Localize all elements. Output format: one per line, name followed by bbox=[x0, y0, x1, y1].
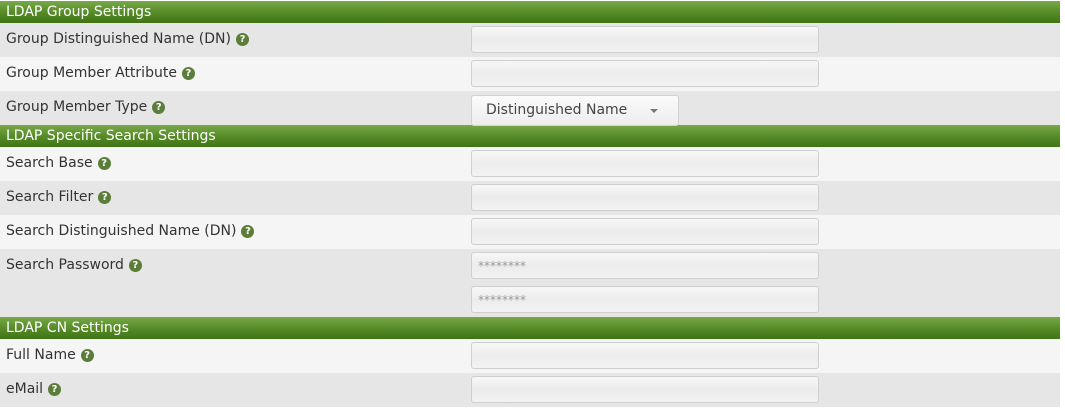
help-icon[interactable]: ? bbox=[97, 157, 111, 170]
search-dn-label: Search Distinguished Name (DN)? bbox=[6, 223, 255, 239]
email-label: eMail? bbox=[6, 381, 62, 397]
group-dn-label: Group Distinguished Name (DN)? bbox=[6, 31, 249, 47]
help-icon[interactable]: ? bbox=[181, 67, 195, 80]
row-group-dn: Group Distinguished Name (DN)? bbox=[0, 23, 1060, 57]
help-icon[interactable]: ? bbox=[98, 191, 112, 204]
row-group-member-type: Group Member Type? Distinguished Name bbox=[0, 91, 1060, 126]
row-search-filter: Search Filter? bbox=[0, 181, 1060, 215]
help-icon[interactable]: ? bbox=[80, 349, 94, 362]
group-member-type-selected-value: Distinguished Name bbox=[486, 102, 628, 118]
group-dn-input[interactable] bbox=[471, 26, 819, 53]
help-icon[interactable]: ? bbox=[48, 383, 62, 396]
section-header-search: LDAP Specific Search Settings bbox=[0, 125, 1060, 147]
search-password-label: Search Password? bbox=[6, 257, 142, 273]
caret-down-icon bbox=[650, 109, 658, 113]
search-filter-label: Search Filter? bbox=[6, 189, 112, 205]
email-input[interactable] bbox=[471, 376, 819, 403]
search-password-confirm-input[interactable] bbox=[471, 286, 819, 313]
help-icon[interactable]: ? bbox=[241, 225, 255, 238]
ldap-settings-form: LDAP Group Settings Group Distinguished … bbox=[0, 0, 1060, 407]
row-search-base: Search Base? bbox=[0, 147, 1060, 181]
group-member-type-select[interactable]: Distinguished Name bbox=[471, 95, 679, 126]
group-member-attribute-input[interactable] bbox=[471, 60, 819, 87]
row-group-member-attribute: Group Member Attribute? bbox=[0, 57, 1060, 91]
search-password-input[interactable] bbox=[471, 252, 819, 279]
help-icon[interactable]: ? bbox=[152, 101, 166, 114]
row-email: eMail? bbox=[0, 373, 1060, 407]
search-dn-input[interactable] bbox=[471, 218, 819, 245]
full-name-label: Full Name? bbox=[6, 347, 94, 363]
section-header-group: LDAP Group Settings bbox=[0, 1, 1060, 23]
group-member-type-label: Group Member Type? bbox=[6, 99, 166, 115]
search-base-label: Search Base? bbox=[6, 155, 111, 171]
search-base-input[interactable] bbox=[471, 150, 819, 177]
row-search-dn: Search Distinguished Name (DN)? bbox=[0, 215, 1060, 249]
group-member-attribute-label: Group Member Attribute? bbox=[6, 65, 195, 81]
help-icon[interactable]: ? bbox=[235, 33, 249, 46]
help-icon[interactable]: ? bbox=[128, 259, 142, 272]
full-name-input[interactable] bbox=[471, 342, 819, 369]
search-filter-input[interactable] bbox=[471, 184, 819, 211]
row-search-password: Search Password? bbox=[0, 249, 1060, 317]
section-header-cn: LDAP CN Settings bbox=[0, 317, 1060, 339]
row-full-name: Full Name? bbox=[0, 339, 1060, 373]
